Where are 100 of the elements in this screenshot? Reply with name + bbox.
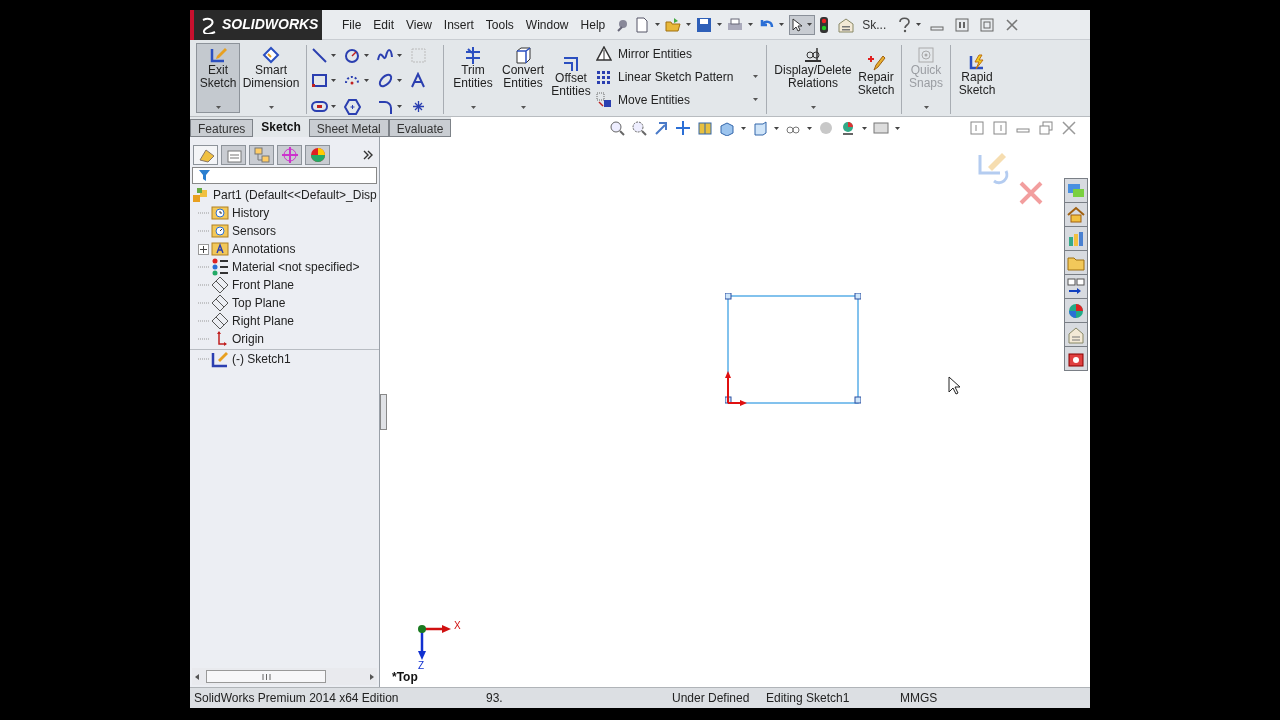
caret-icon[interactable] xyxy=(331,79,336,83)
line-icon[interactable] xyxy=(311,47,328,65)
status-text: 93. xyxy=(486,690,504,707)
panel-tab[interactable] xyxy=(193,145,218,165)
menu-item[interactable]: View xyxy=(400,15,438,34)
tree-item[interactable]: Top Plane xyxy=(232,294,286,312)
tab[interactable]: Evaluate xyxy=(388,119,452,137)
menu-item[interactable]: Insert xyxy=(437,15,480,34)
task-pane-tab[interactable] xyxy=(1065,203,1087,226)
tab[interactable]: Sheet Metal xyxy=(308,119,389,137)
menu-item[interactable]: Help xyxy=(574,15,612,34)
task-pane-tab[interactable] xyxy=(1065,347,1087,370)
tree-item[interactable]: Material <not specified> xyxy=(232,258,360,276)
caret-icon[interactable] xyxy=(364,79,369,83)
traffic-light-icon[interactable] xyxy=(820,16,829,33)
caret-icon[interactable] xyxy=(779,23,785,26)
offset-icon xyxy=(561,54,581,72)
restore-icon[interactable] xyxy=(1039,121,1053,135)
sketch-icon xyxy=(211,349,229,368)
caret-icon[interactable] xyxy=(364,54,369,58)
section-view-icon[interactable] xyxy=(697,120,714,136)
horizontal-scrollbar[interactable] xyxy=(192,668,377,685)
caret-icon[interactable] xyxy=(916,23,922,26)
ellipse-icon[interactable] xyxy=(377,72,394,90)
toolbar-button[interactable]: Mirror Entities xyxy=(596,44,762,63)
tree-item[interactable]: Part1 (Default<<Default>_Disp xyxy=(213,186,377,204)
caret-icon[interactable] xyxy=(741,126,747,130)
tree-item[interactable]: Annotations xyxy=(232,240,296,258)
filter-field[interactable] xyxy=(192,167,377,184)
help-icon[interactable] xyxy=(897,16,912,33)
convert-entities-button[interactable]: Convert Entities xyxy=(498,43,548,113)
toolbar-button[interactable]: Linear Sketch Pattern xyxy=(596,67,762,86)
text-icon[interactable] xyxy=(410,72,427,90)
tree-item[interactable]: History xyxy=(232,204,270,222)
offset-entities-button[interactable]: Offset Entities xyxy=(548,43,594,113)
plane-icon xyxy=(211,312,229,330)
trim-entities-button[interactable]: Trim Entities xyxy=(448,43,498,113)
caret-icon[interactable] xyxy=(397,54,402,58)
display-delete-relations-button[interactable]: Display/Delete Relations xyxy=(771,43,855,113)
polygon-icon[interactable] xyxy=(344,97,361,115)
menu-item[interactable]: Window xyxy=(519,15,575,34)
print-icon[interactable] xyxy=(727,16,744,33)
close-icon[interactable] xyxy=(1005,17,1020,32)
cursor-icon xyxy=(948,376,961,395)
panel-tab[interactable] xyxy=(305,145,330,165)
menu-item[interactable]: Edit xyxy=(367,15,401,34)
tab[interactable]: Features xyxy=(190,119,254,137)
menu-item[interactable]: Tools xyxy=(479,15,520,34)
caret-icon[interactable] xyxy=(862,126,868,130)
circle-icon[interactable] xyxy=(344,47,361,65)
caret-icon[interactable] xyxy=(748,23,754,26)
clock-folder-icon xyxy=(211,204,229,222)
repair-sketch-button[interactable]: Repair Sketch xyxy=(855,43,897,113)
chat-icon xyxy=(1067,181,1085,200)
tree-item[interactable]: Front Plane xyxy=(232,276,295,294)
expand-icon[interactable] xyxy=(198,243,209,255)
caret-icon[interactable] xyxy=(717,23,723,26)
select-button[interactable] xyxy=(789,14,816,35)
scrollbar-thumb[interactable] xyxy=(206,670,326,683)
target-icon xyxy=(280,146,299,164)
rectangle-icon[interactable] xyxy=(311,72,328,90)
tree-item[interactable]: Sensors xyxy=(232,222,277,240)
caret-icon[interactable] xyxy=(686,23,692,26)
caret-icon[interactable] xyxy=(397,104,402,108)
caret-icon[interactable] xyxy=(774,126,780,130)
caret-icon[interactable] xyxy=(655,23,661,26)
close-icon[interactable] xyxy=(1062,121,1076,135)
toolbar-button[interactable]: Move Entities xyxy=(596,90,762,109)
caret-icon[interactable] xyxy=(397,79,402,83)
panel-tab[interactable] xyxy=(221,145,246,165)
menu-item[interactable]: File xyxy=(336,15,368,34)
tree-item[interactable]: (-) Sketch1 xyxy=(232,349,291,368)
pin-icon[interactable] xyxy=(615,17,630,32)
exit-sketch-button[interactable]: Exit Sketch xyxy=(196,43,240,113)
expand-icon[interactable] xyxy=(363,150,373,160)
tile-icon[interactable] xyxy=(955,17,970,32)
maximize-icon[interactable] xyxy=(980,17,995,32)
task-pane-tab[interactable] xyxy=(1065,275,1087,298)
document-name: Sk... xyxy=(862,16,887,34)
caret-icon[interactable] xyxy=(807,126,813,130)
tree-item[interactable]: Right Plane xyxy=(232,312,295,330)
panel-tab[interactable] xyxy=(277,145,302,165)
zoom-area-icon[interactable] xyxy=(631,120,648,136)
dot-grid-icon xyxy=(596,68,612,85)
save-icon[interactable] xyxy=(696,16,713,33)
caret-icon[interactable] xyxy=(895,126,901,130)
previous-view-icon[interactable] xyxy=(653,120,670,136)
caret-icon[interactable] xyxy=(331,104,336,108)
panel-collapse-handle[interactable] xyxy=(380,394,387,430)
caret-icon xyxy=(215,106,221,109)
tree-item[interactable]: Origin xyxy=(232,330,264,348)
task-pane-tab[interactable] xyxy=(1065,299,1087,322)
pan-icon[interactable] xyxy=(675,120,692,136)
smart-dimension-button[interactable]: Smart Dimension xyxy=(240,43,302,113)
material-icon xyxy=(211,258,229,276)
zoom-fit-icon[interactable] xyxy=(609,120,626,136)
part-icon xyxy=(192,187,209,203)
cube-icon xyxy=(513,46,533,64)
rapid-sketch-button[interactable]: Rapid Sketch xyxy=(955,43,999,113)
caret-icon[interactable] xyxy=(331,54,336,58)
